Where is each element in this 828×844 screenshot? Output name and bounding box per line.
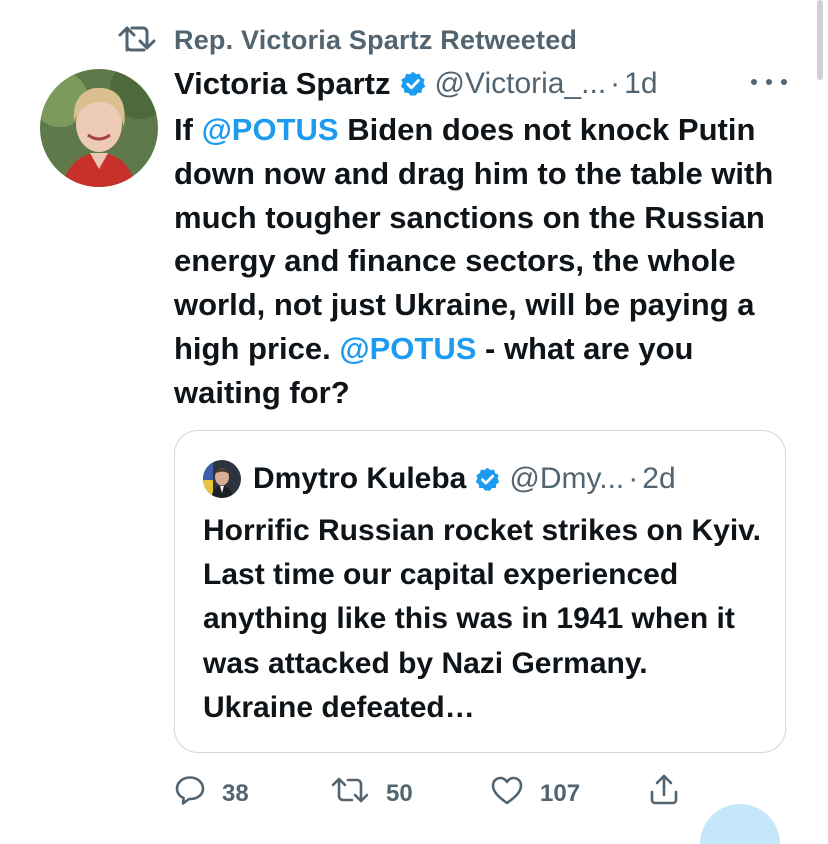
tweet-action-bar: 38 50 107 — [174, 770, 694, 814]
quoted-tweet-text: Horrific Russian rocket strikes on Kyiv.… — [203, 514, 761, 724]
reply-count: 38 — [222, 779, 249, 807]
quoted-author-handle[interactable]: @Dmy... — [509, 462, 624, 496]
share-button[interactable] — [648, 772, 680, 813]
like-icon — [490, 774, 524, 813]
retweet-icon — [330, 774, 370, 813]
author-name[interactable]: Victoria Spartz — [174, 66, 391, 102]
like-count: 107 — [540, 779, 581, 807]
tweet-header: Victoria Spartz @Victoria_... · 1d — [174, 64, 658, 104]
tweet-timestamp[interactable]: 1d — [624, 67, 657, 101]
retweet-label: Rep. Victoria Spartz Retweeted — [174, 24, 578, 55]
retweet-button[interactable]: 50 — [330, 774, 413, 813]
author-handle[interactable]: @Victoria_... — [435, 67, 607, 101]
separator-dot: · — [610, 67, 621, 100]
quoted-author-avatar[interactable] — [203, 460, 241, 498]
tweet-text: If @POTUS Biden does not knock Putin dow… — [174, 108, 804, 415]
retweet-indicator[interactable]: Rep. Victoria Spartz Retweeted — [118, 22, 577, 58]
more-options-icon[interactable] — [751, 70, 787, 94]
separator-dot: · — [628, 462, 639, 495]
retweet-icon — [118, 23, 158, 58]
share-icon — [648, 772, 680, 813]
like-button[interactable]: 107 — [490, 774, 580, 813]
verified-badge-icon — [399, 70, 427, 98]
reply-button[interactable]: 38 — [174, 774, 249, 813]
verified-badge-icon — [474, 466, 501, 493]
mention-link[interactable]: @POTUS — [202, 112, 339, 147]
reply-icon — [174, 774, 206, 813]
tweet-text-segment: If — [174, 112, 202, 147]
author-avatar[interactable] — [40, 69, 158, 187]
compose-button-edge[interactable] — [700, 804, 780, 844]
quoted-timestamp[interactable]: 2d — [642, 462, 675, 496]
quoted-tweet-header: Dmytro Kuleba @Dmy... · 2d — [203, 460, 676, 498]
retweet-count: 50 — [386, 779, 413, 807]
mention-link[interactable]: @POTUS — [339, 331, 476, 366]
tweet-text-segment: Biden does not knock Putin down now and … — [174, 112, 774, 366]
scrollbar[interactable] — [817, 0, 823, 80]
quoted-author-name[interactable]: Dmytro Kuleba — [253, 462, 466, 496]
